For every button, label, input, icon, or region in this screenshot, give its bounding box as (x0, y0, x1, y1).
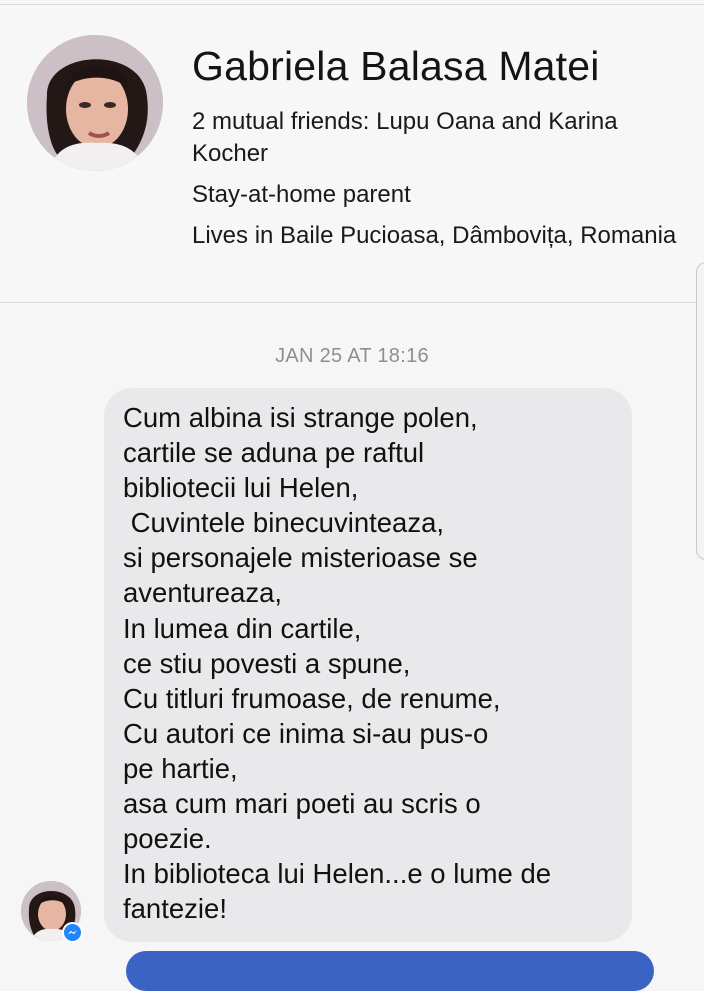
message-timestamp: JAN 25 AT 18:16 (275, 345, 429, 367)
message-line: Cum albina isi strange polen, (123, 402, 478, 433)
message-line: pe hartie, (123, 752, 238, 784)
message-line: asa cum mari poeti au scris o (123, 788, 481, 820)
message-line: fantezie! (123, 893, 227, 925)
message-line: Cuvintele binecuvinteaza, (123, 507, 445, 539)
sent-message-bubble[interactable] (126, 951, 654, 991)
profile-header: Gabriela Balasa Matei 2 mutual friends: … (0, 4, 704, 303)
message-line: In lumea din cartile, (123, 612, 362, 644)
message-line: aventureaza, (123, 577, 282, 609)
message-line: Cu titluri frumoase, de renume, (123, 682, 501, 714)
message-line: ce stiu povesti a spune, (123, 647, 411, 679)
profile-avatar[interactable] (27, 35, 163, 171)
scrollbar[interactable] (696, 262, 704, 560)
profile-name[interactable]: Gabriela Balasa Matei (192, 41, 600, 91)
message-line: cartile se aduna pe raftul (123, 437, 425, 469)
messenger-icon (62, 922, 83, 943)
message-line: In biblioteca lui Helen...e o lume de (123, 858, 552, 890)
received-message-bubble[interactable]: Cum albina isi strange polen, cartile se… (104, 388, 632, 942)
message-line: si personajele misterioase se (123, 542, 478, 574)
sender-avatar[interactable] (21, 881, 83, 943)
mutual-friends: 2 mutual friends: Lupu Oana and Karina K… (192, 108, 618, 167)
profile-location: Lives in Baile Pucioasa, Dâmbovița, Roma… (192, 222, 677, 249)
message-line: bibliotecii lui Helen, (123, 472, 359, 504)
message-line: poezie. (123, 823, 212, 855)
message-line: Cu autori ce inima si-au pus-o (123, 717, 489, 749)
profile-photo (27, 35, 163, 171)
profile-occupation: Stay-at-home parent (192, 181, 411, 208)
